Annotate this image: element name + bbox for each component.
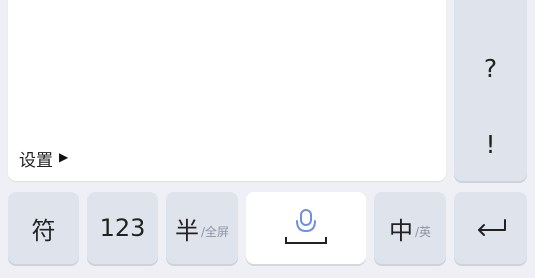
voice-space-key[interactable] (246, 192, 366, 264)
settings-label: 设置 (19, 150, 53, 171)
enter-key[interactable] (454, 192, 527, 264)
enter-icon (477, 219, 506, 236)
settings-button[interactable]: 设置 ▶ (19, 146, 69, 171)
input-panel (8, 0, 446, 181)
microphone-icon (285, 209, 327, 244)
question-mark-key[interactable]: ? (454, 54, 527, 83)
numbers-key[interactable]: 123 (87, 192, 158, 264)
punctuation-column: ? ! (454, 0, 527, 181)
exclamation-key[interactable]: ! (454, 130, 527, 159)
space-bar-icon (285, 237, 327, 244)
language-switch-key[interactable]: 中 /英 (374, 192, 446, 264)
triangle-right-icon: ▶ (59, 150, 69, 164)
symbol-key[interactable]: 符 (8, 192, 79, 264)
half-width-key[interactable]: 半 /全屏 (166, 192, 238, 264)
